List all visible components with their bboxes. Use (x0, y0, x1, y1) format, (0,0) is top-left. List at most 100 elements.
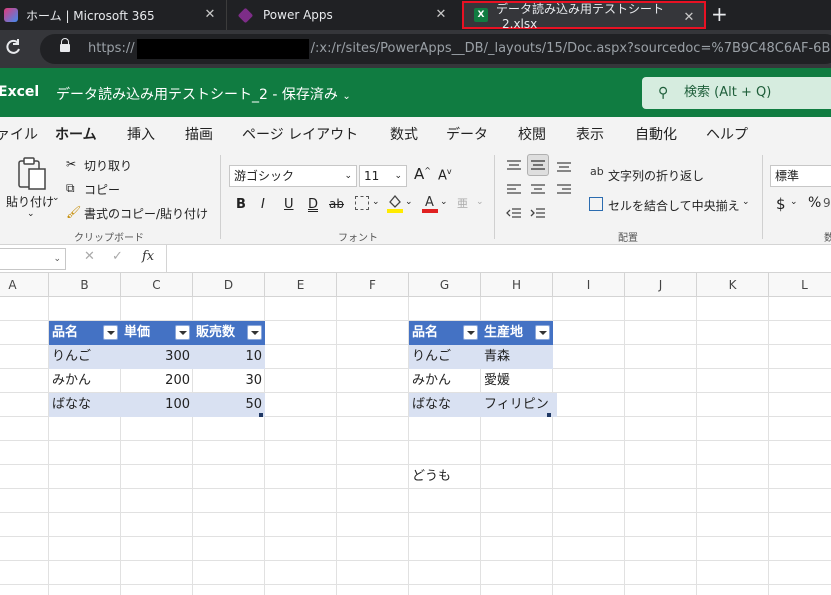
align-right-icon[interactable] (556, 183, 572, 197)
bold-button[interactable]: B (236, 197, 246, 212)
font-color-icon[interactable]: A (422, 193, 438, 213)
shrink-font-button[interactable]: Av (438, 167, 452, 183)
close-icon[interactable]: ✕ (203, 7, 217, 23)
tab-microsoft-365[interactable]: ホーム | Microsoft 365 ✕ (0, 0, 225, 30)
chevron-down-icon[interactable]: ⌄ (405, 197, 413, 207)
copy-button[interactable]: コピー (84, 181, 120, 198)
cut-button[interactable]: 切り取り (84, 157, 132, 174)
tab-insert[interactable]: 挿入 (127, 124, 155, 144)
chevron-down-icon[interactable]: ⌄ (790, 197, 798, 207)
align-top-icon[interactable] (506, 159, 522, 173)
column-header-a[interactable]: A (0, 273, 49, 297)
new-tab-button[interactable]: + (711, 3, 728, 25)
reload-icon[interactable] (4, 38, 22, 61)
chevron-down-icon[interactable]: ⌄ (742, 197, 750, 207)
table-cell[interactable]: 300 (121, 345, 193, 369)
formula-input[interactable] (166, 245, 831, 273)
filter-dropdown-icon[interactable] (103, 325, 118, 340)
italic-button[interactable]: I (261, 197, 265, 212)
column-header-k[interactable]: K (697, 273, 769, 297)
tab-help[interactable]: ヘルプ (706, 124, 748, 144)
align-left-icon[interactable] (506, 183, 522, 197)
align-center-icon[interactable] (530, 183, 546, 197)
tab-file[interactable]: ァイル (0, 124, 38, 144)
align-bottom-icon[interactable] (556, 159, 572, 173)
table-cell[interactable]: 青森 (481, 345, 553, 369)
table-cell[interactable]: ばなな (409, 393, 481, 417)
tab-view[interactable]: 表示 (576, 124, 604, 144)
filter-dropdown-icon[interactable] (463, 325, 478, 340)
name-box[interactable]: ⌄ (0, 248, 66, 270)
table-header-cell[interactable]: 品名 (409, 321, 481, 345)
decrease-indent-icon[interactable] (506, 207, 522, 221)
column-header-g[interactable]: G (409, 273, 481, 297)
table-header-cell[interactable]: 単価 (121, 321, 193, 345)
table-cell[interactable]: 100 (121, 393, 193, 417)
filter-dropdown-icon[interactable] (175, 325, 190, 340)
percent-button[interactable]: % (808, 195, 821, 211)
column-header-i[interactable]: I (553, 273, 625, 297)
url-field[interactable]: https:// /:x:/r/sites/PowerApps__DB/_layo… (40, 34, 831, 64)
column-header-e[interactable]: E (265, 273, 337, 297)
tab-draw[interactable]: 描画 (185, 124, 213, 144)
table-resize-handle[interactable] (259, 413, 263, 417)
tab-page-layout[interactable]: ページ レイアウト (242, 124, 358, 144)
chevron-down-icon[interactable]: ⌄ (476, 197, 484, 207)
table-cell[interactable]: 30 (193, 369, 265, 393)
close-icon[interactable]: ✕ (434, 7, 448, 23)
cell-g9[interactable]: どうも (409, 465, 481, 489)
column-header-f[interactable]: F (337, 273, 409, 297)
column-header-l[interactable]: L (769, 273, 831, 297)
column-header-d[interactable]: D (193, 273, 265, 297)
table-header-cell[interactable]: 販売数 (193, 321, 265, 345)
table-cell[interactable]: 50 (193, 393, 265, 417)
font-size-dropdown[interactable]: 11 ⌄ (359, 165, 407, 187)
table-cell[interactable]: りんご (49, 345, 121, 369)
double-underline-button[interactable]: D (308, 197, 318, 212)
table-cell[interactable]: ばなな (49, 393, 121, 417)
chevron-down-icon[interactable]: ⌄ (372, 197, 380, 207)
tab-power-apps[interactable]: Power Apps ✕ (226, 0, 456, 30)
number-format-dropdown[interactable]: 標準 (770, 165, 831, 187)
fill-color-icon[interactable] (387, 193, 403, 213)
paste-label[interactable]: 貼り付け (6, 193, 54, 210)
align-middle-icon[interactable] (527, 154, 549, 176)
table-cell[interactable]: みかん (409, 369, 481, 393)
filter-dropdown-icon[interactable] (535, 325, 550, 340)
table-cell[interactable]: みかん (49, 369, 121, 393)
underline-button[interactable]: U (284, 197, 294, 212)
tab-automate[interactable]: 自動化 (635, 124, 677, 144)
tab-review[interactable]: 校閲 (518, 124, 546, 144)
tab-home[interactable]: ホーム (55, 124, 97, 152)
document-title[interactable]: データ読み込み用テストシート_2 - 保存済み ⌄ (56, 84, 351, 104)
paste-icon[interactable] (14, 155, 48, 191)
table-cell[interactable]: フィリピン (481, 393, 557, 417)
comma-style-icon[interactable]: 9 (823, 196, 831, 210)
column-header-h[interactable]: H (481, 273, 553, 297)
search-box[interactable]: ⚲ 検索 (Alt + Q) (642, 77, 831, 109)
format-painter-button[interactable]: 書式のコピー/貼り付け (84, 205, 208, 222)
worksheet-grid[interactable]: ABCDEFGHIJKL 品名 単価 販売数 りんご 300 10 みかん 20… (0, 273, 831, 595)
increase-indent-icon[interactable] (530, 207, 546, 221)
chevron-down-icon[interactable]: ⌄ (440, 197, 448, 207)
column-header-j[interactable]: J (625, 273, 697, 297)
font-name-dropdown[interactable]: 游ゴシック ⌄ (229, 165, 357, 187)
chevron-down-icon[interactable]: ⌄ (52, 193, 60, 203)
tab-data[interactable]: データ (446, 124, 488, 144)
table-header-cell[interactable]: 品名 (49, 321, 121, 345)
tab-formulas[interactable]: 数式 (390, 124, 418, 144)
table-cell[interactable]: 10 (193, 345, 265, 369)
cancel-icon[interactable]: ✕ (84, 249, 95, 264)
grow-font-button[interactable]: A^ (414, 165, 431, 183)
close-icon[interactable]: ✕ (682, 10, 696, 26)
chevron-down-icon[interactable]: ⌄ (27, 209, 35, 219)
currency-button[interactable]: $ (776, 195, 786, 213)
borders-icon[interactable] (355, 196, 369, 210)
function-icon[interactable]: fx (142, 249, 154, 264)
column-header-c[interactable]: C (121, 273, 193, 297)
merge-center-button[interactable]: セルを結合して中央揃え (608, 197, 740, 214)
tab-excel-file[interactable]: X データ読み込み用テストシート_2.xlsx ✕ (462, 1, 706, 31)
filter-dropdown-icon[interactable] (247, 325, 262, 340)
table-cell[interactable]: 愛媛 (481, 369, 553, 393)
table-resize-handle[interactable] (547, 413, 551, 417)
